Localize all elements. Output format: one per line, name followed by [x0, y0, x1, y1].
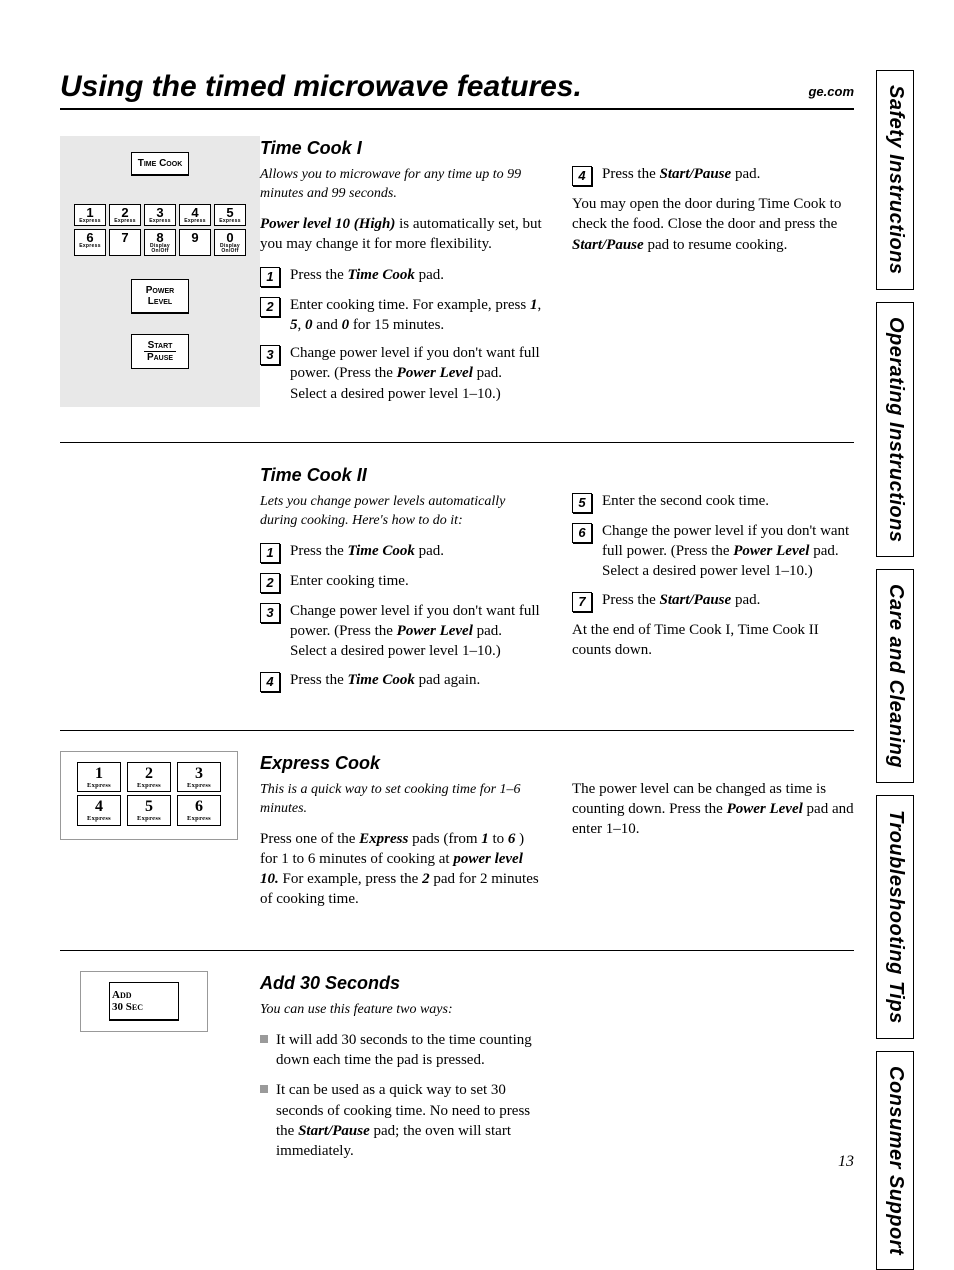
express-cook-heading: Express Cook — [260, 751, 542, 775]
add-30-bullet-1: It will add 30 seconds to the time count… — [260, 1030, 542, 1071]
express-6: 6Express — [177, 795, 221, 826]
add-30-heading: Add 30 Seconds — [260, 971, 542, 995]
tab-care-and-cleaning[interactable]: Care and Cleaning — [876, 569, 914, 783]
express-2: 2Express — [127, 762, 171, 793]
step-number-icon: 2 — [260, 297, 280, 317]
keypad-7: 7 — [109, 229, 141, 256]
step-number-icon: 4 — [572, 166, 592, 186]
page-number: 13 — [838, 1153, 854, 1171]
add-30-sec-button: Add30 Sec — [109, 982, 179, 1021]
tc1-step-3: 3 Change power level if you don't want f… — [260, 343, 542, 404]
tc2-step-6: 6 Change the power level if you don't wa… — [572, 521, 854, 582]
keypad-6: 6Express — [74, 229, 106, 256]
time-cook-2-heading: Time Cook II — [260, 463, 542, 487]
step-number-icon: 4 — [260, 672, 280, 692]
step-number-icon: 6 — [572, 523, 592, 543]
express-5: 5Express — [127, 795, 171, 826]
keypad-1: 1Express — [74, 204, 106, 226]
bullet-icon — [260, 1035, 268, 1043]
keypad-9: 9 — [179, 229, 211, 256]
time-cook-1-heading: Time Cook I — [260, 136, 542, 160]
tc2-step-1: 1 Press the Time Cook pad. — [260, 541, 542, 563]
tc1-step-1: 1 Press the Time Cook pad. — [260, 265, 542, 287]
time-cook-button: Time Cook — [131, 152, 189, 176]
step-number-icon: 3 — [260, 603, 280, 623]
add-30-lede: You can use this feature two ways: — [260, 1001, 542, 1020]
step-number-icon: 7 — [572, 592, 592, 612]
side-tab-nav: Safety Instructions Operating Instructio… — [876, 70, 914, 1270]
keypad-3: 3Express — [144, 204, 176, 226]
keypad-8: 8Display On/Off — [144, 229, 176, 256]
power-level-button: Power Level — [131, 279, 189, 314]
step-number-icon: 1 — [260, 267, 280, 287]
express-cook-lede: This is a quick way to set cooking time … — [260, 781, 542, 819]
express-keypad-illustration: 1Express 2Express 3Express 4Express 5Exp… — [60, 751, 238, 840]
add-30-bullet-2: It can be used as a quick way to set 30 … — [260, 1080, 542, 1161]
page-title: Using the timed microwave features. — [60, 70, 582, 104]
keypad-5: 5Express — [214, 204, 246, 226]
time-cook-2-lede: Lets you change power levels automatical… — [260, 493, 542, 531]
power-level-intro: Power level 10 (High) is automatically s… — [260, 214, 542, 255]
tab-operating-instructions[interactable]: Operating Instructions — [876, 302, 914, 557]
add-30-illustration: Add30 Sec — [80, 971, 208, 1032]
tc2-step-7: 7 Press the Start/Pause pad. — [572, 590, 854, 612]
keypad-0: 0Display On/Off — [214, 229, 246, 256]
step-number-icon: 2 — [260, 573, 280, 593]
keypad-4: 4Express — [179, 204, 211, 226]
bullet-icon — [260, 1085, 268, 1093]
step-number-icon: 1 — [260, 543, 280, 563]
site-url: ge.com — [808, 84, 854, 99]
tc2-step-3: 3 Change power level if you don't want f… — [260, 601, 542, 662]
express-cook-instructions: Press one of the Express pads (from 1 to… — [260, 829, 542, 910]
control-panel-illustration: Time Cook 1Express 2Express 3Express 4Ex… — [60, 136, 260, 407]
tc1-step-2: 2 Enter cooking time. For example, press… — [260, 295, 542, 336]
tab-troubleshooting-tips[interactable]: Troubleshooting Tips — [876, 795, 914, 1039]
tc2-step-4: 4 Press the Time Cook pad again. — [260, 670, 542, 692]
tc2-step-5: 5 Enter the second cook time. — [572, 491, 854, 513]
step-number-icon: 3 — [260, 345, 280, 365]
tc2-step-2: 2 Enter cooking time. — [260, 571, 542, 593]
tab-safety-instructions[interactable]: Safety Instructions — [876, 70, 914, 290]
time-cook-1-lede: Allows you to microwave for any time up … — [260, 166, 542, 204]
tc1-note: You may open the door during Time Cook t… — [572, 194, 854, 255]
express-cook-power-note: The power level can be changed as time i… — [572, 779, 854, 840]
express-4: 4Express — [77, 795, 121, 826]
keypad-2: 2Express — [109, 204, 141, 226]
tab-consumer-support[interactable]: Consumer Support — [876, 1051, 914, 1270]
start-pause-button: Start Pause — [131, 334, 189, 369]
step-number-icon: 5 — [572, 493, 592, 513]
express-1: 1Express — [77, 762, 121, 793]
tc1-step-4: 4 Press the Start/Pause pad. — [572, 164, 854, 186]
express-3: 3Express — [177, 762, 221, 793]
tc2-note: At the end of Time Cook I, Time Cook II … — [572, 620, 854, 661]
